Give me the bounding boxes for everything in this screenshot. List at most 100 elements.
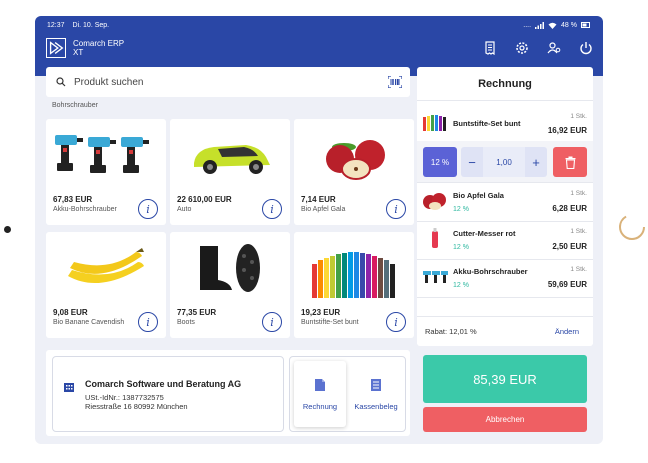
battery-icon [581, 22, 590, 28]
apple-image [326, 140, 385, 180]
line-name: Bio Apfel Gala [453, 191, 504, 200]
info-icon[interactable]: i [386, 199, 406, 219]
line-qty: 1 Stk. [570, 190, 587, 197]
decor-ring [619, 214, 645, 240]
product-price: 19,23 EUR [301, 308, 341, 317]
car-image [194, 145, 270, 174]
product-price: 22 610,00 EUR [177, 195, 232, 204]
power-icon[interactable] [579, 41, 593, 55]
doc-type-receipt[interactable]: Kassenbeleg [350, 361, 402, 427]
product-card[interactable]: 77,35 EUR Boots i [170, 232, 290, 338]
pencils-thumb [423, 115, 446, 131]
info-icon[interactable]: i [138, 199, 158, 219]
product-price: 67,83 EUR [53, 195, 93, 204]
user-settings-icon[interactable] [547, 41, 561, 55]
line-qty: 1 Stk. [570, 113, 587, 120]
pencils-image [312, 252, 395, 298]
app-title-line1: Comarch ERP [73, 39, 125, 48]
receipt-line[interactable]: Cutter-Messer rot 1 Stk. 12 % 2,50 EUR [417, 222, 593, 260]
doc-type-receipt-label: Kassenbeleg [354, 401, 398, 411]
discount-label: Rabat: 12,01 % [425, 327, 477, 336]
document-type-selector: Rechnung Kassenbeleg [289, 356, 406, 432]
line-controls: 12 % − 1,00 + [417, 141, 593, 183]
cancel-button[interactable]: Abbrechen [423, 407, 587, 432]
line-discount-button[interactable]: 12 % [423, 147, 457, 177]
app-title-line2: XT [73, 48, 84, 57]
receipt-icon[interactable] [483, 41, 497, 56]
product-name: Bio Apfel Gala [301, 206, 346, 213]
trash-icon [565, 156, 575, 169]
line-qty: 1 Stk. [570, 266, 587, 273]
product-price: 77,35 EUR [177, 308, 217, 317]
receipt-line[interactable]: Bio Apfel Gala 1 Stk. 12 % 6,28 EUR [417, 184, 593, 222]
doc-type-invoice-label: Rechnung [302, 401, 338, 411]
qty-minus-button[interactable]: − [461, 147, 483, 177]
line-price: 59,69 EUR [547, 280, 587, 289]
line-price: 2,50 EUR [552, 242, 587, 251]
change-discount-link[interactable]: Ändern [555, 327, 579, 336]
line-price: 6,28 EUR [552, 204, 587, 213]
info-icon[interactable]: i [262, 199, 282, 219]
discount-row: Rabat: 12,01 % Ändern [417, 316, 593, 344]
delete-line-button[interactable] [553, 147, 587, 177]
product-name: Boots [177, 319, 195, 326]
info-icon[interactable]: i [138, 312, 158, 332]
line-discount: 12 % [453, 244, 469, 251]
receipt-line-selected[interactable]: Buntstifte-Set bunt 1 Stk. 16,92 EUR [417, 107, 593, 141]
barcode-scan-icon[interactable] [388, 76, 402, 88]
pay-total-button[interactable]: 85,39 EUR [423, 355, 587, 403]
boots-image [200, 244, 260, 292]
info-icon[interactable]: i [262, 312, 282, 332]
info-icon[interactable]: i [386, 312, 406, 332]
wifi-icon [548, 22, 557, 29]
line-name: Akku-Bohrschrauber [453, 267, 528, 276]
qty-plus-button[interactable]: + [525, 147, 547, 177]
drill-thumb [423, 271, 448, 283]
cash-receipt-icon [371, 378, 381, 391]
line-name: Buntstifte-Set bunt [453, 119, 521, 128]
receipt-title: Rechnung [417, 67, 593, 101]
drill-image [55, 135, 149, 173]
product-name: Auto [177, 206, 192, 213]
product-card[interactable]: 7,14 EUR Bio Apfel Gala i [294, 119, 414, 225]
status-date: Di. 10. Sep. [72, 21, 110, 29]
product-card[interactable]: 19,23 EUR Buntstifte-Set bunt i [294, 232, 414, 338]
product-card[interactable]: 22 610,00 EUR Auto i [170, 119, 290, 225]
customer-panel: Comarch Software und Beratung AG USt.-Id… [46, 350, 410, 436]
product-price: 7,14 EUR [301, 195, 336, 204]
receipt-line[interactable]: Akku-Bohrschrauber 1 Stk. 12 % 59,69 EUR [417, 260, 593, 298]
product-name: Bio Banane Cavendish [53, 319, 125, 326]
battery-level: 48 % [561, 21, 577, 29]
search-placeholder: Produkt suchen [74, 76, 144, 88]
customer-address: Riesstraße 16 80992 München [85, 402, 188, 411]
building-icon [64, 383, 74, 392]
product-price: 9,08 EUR [53, 308, 88, 317]
banana-image [68, 248, 144, 284]
line-name: Cutter-Messer rot [453, 229, 516, 238]
settings-gear-icon[interactable] [515, 41, 529, 55]
customer-vat: USt.-IdNr.: 1387732575 [85, 393, 164, 402]
comarch-logo-icon [46, 38, 66, 58]
line-price: 16,92 EUR [547, 126, 587, 135]
product-name: Akku-Bohrschrauber [53, 206, 117, 213]
partial-product-name: Bohrschrauber [52, 102, 98, 109]
product-name: Buntstifte-Set bunt [301, 319, 359, 326]
doc-type-invoice[interactable]: Rechnung [294, 361, 346, 427]
product-search[interactable]: Produkt suchen [46, 67, 410, 97]
product-card[interactable]: 67,83 EUR Akku-Bohrschrauber i [46, 119, 166, 225]
status-dots: .... [523, 21, 532, 29]
tablet-frame: 12:37 Di. 10. Sep. .... 48 % Comarch ERP… [35, 16, 603, 444]
qty-input[interactable]: 1,00 [483, 147, 525, 177]
product-card[interactable]: 9,08 EUR Bio Banane Cavendish i [46, 232, 166, 338]
line-discount: 12 % [453, 206, 469, 213]
app-title: Comarch ERP XT [73, 39, 124, 57]
receipt-panel: Rechnung Buntstifte-Set bunt 1 Stk. 16,9… [417, 67, 593, 346]
line-discount: 12 % [453, 282, 469, 289]
document-icon [315, 378, 325, 391]
customer-card[interactable]: Comarch Software und Beratung AG USt.-Id… [52, 356, 284, 432]
line-qty: 1 Stk. [570, 228, 587, 235]
search-icon [56, 77, 66, 87]
status-bar: 12:37 Di. 10. Sep. .... 48 % [35, 16, 603, 34]
status-time: 12:37 [47, 21, 65, 29]
cutter-thumb [432, 228, 438, 248]
